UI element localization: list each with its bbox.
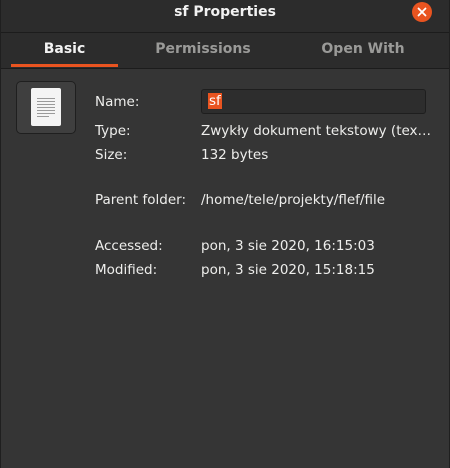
titlebar: sf Properties — [1, 0, 449, 33]
type-value: Zwykły dokument tekstowy (text/plain) — [201, 123, 433, 139]
name-value: sf — [208, 93, 222, 109]
modified-value: pon, 3 sie 2020, 15:18:15 — [201, 262, 375, 278]
name-input[interactable]: sf — [201, 89, 426, 114]
file-icon-button[interactable] — [16, 81, 76, 134]
close-icon — [417, 7, 427, 17]
tab-permissions[interactable]: Permissions — [129, 33, 277, 68]
tab-open-with[interactable]: Open With — [287, 33, 439, 68]
size-label: Size: — [95, 147, 128, 163]
accessed-label: Accessed: — [95, 238, 163, 254]
close-button[interactable] — [412, 2, 432, 22]
parent-folder-value: /home/tele/projekty/flef/file — [201, 192, 386, 208]
properties-dialog: sf Properties Basic Permissions Open Wit… — [0, 0, 450, 468]
type-label: Type: — [95, 123, 131, 139]
name-label: Name: — [95, 94, 140, 110]
accessed-value: pon, 3 sie 2020, 16:15:03 — [201, 238, 375, 254]
text-document-icon — [31, 88, 61, 126]
size-value: 132 bytes — [201, 147, 269, 163]
modified-label: Modified: — [95, 262, 158, 278]
parent-folder-label: Parent folder: — [95, 192, 187, 208]
window-title: sf Properties — [174, 4, 276, 20]
tab-basic[interactable]: Basic — [11, 33, 118, 68]
tab-bar: Basic Permissions Open With — [1, 33, 449, 69]
